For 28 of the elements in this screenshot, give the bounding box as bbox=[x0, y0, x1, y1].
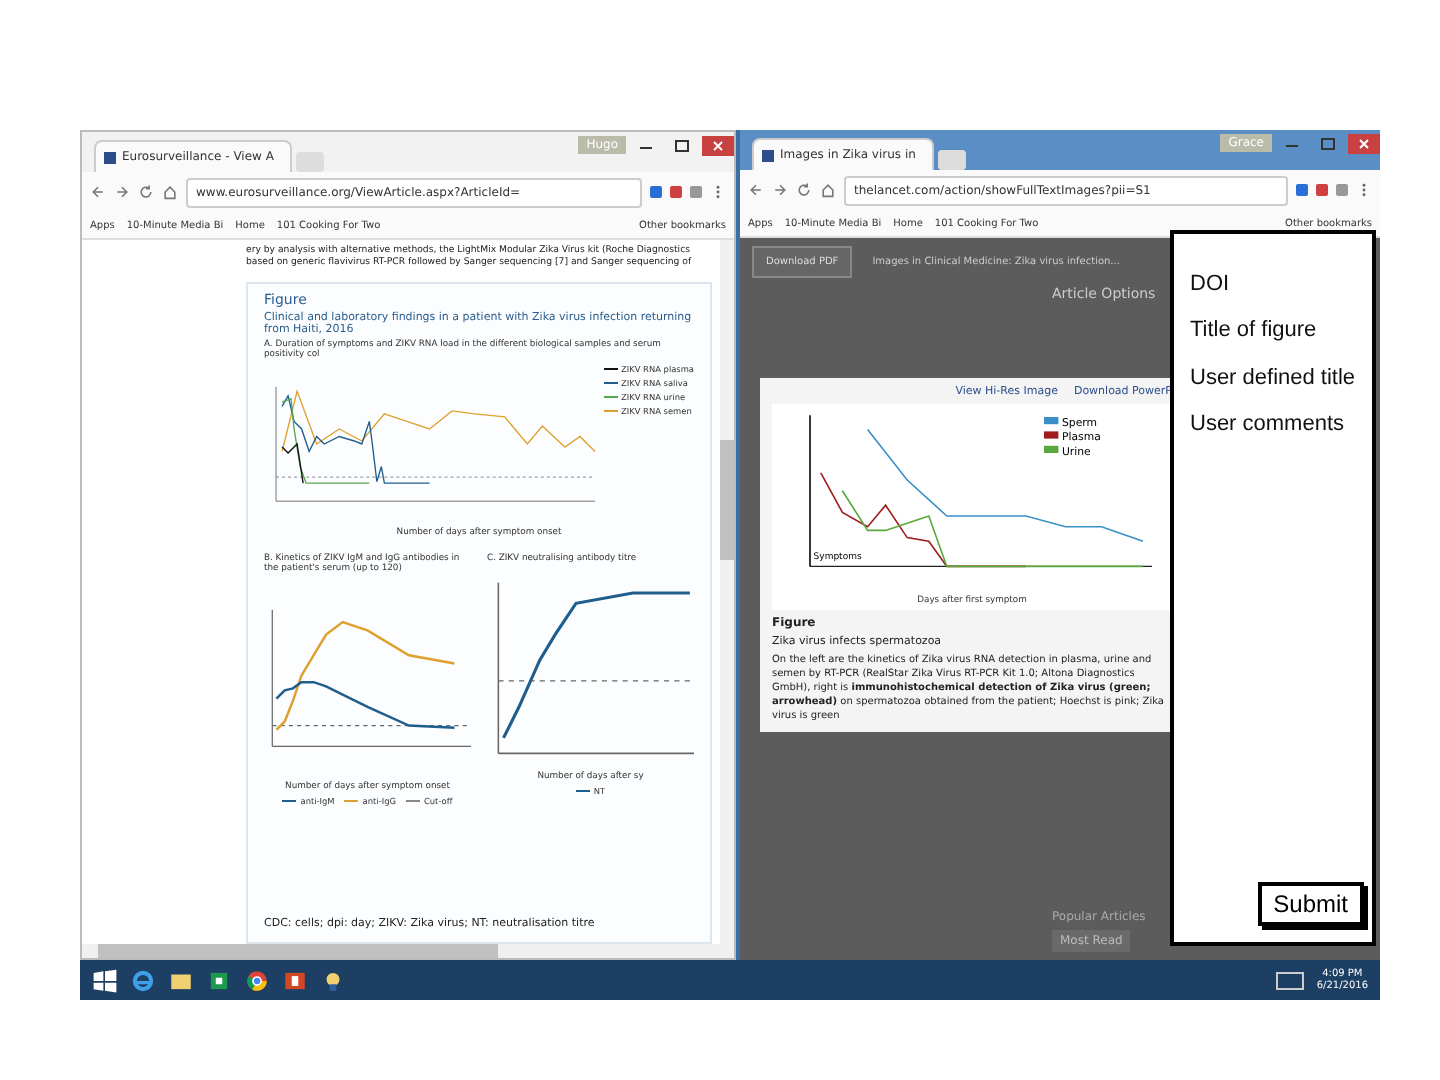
home-button[interactable] bbox=[162, 184, 178, 200]
browser-icon[interactable] bbox=[130, 967, 156, 993]
scrollbar[interactable] bbox=[82, 944, 734, 958]
back-button[interactable] bbox=[90, 184, 106, 200]
close-button[interactable] bbox=[1348, 134, 1380, 154]
close-button[interactable] bbox=[702, 136, 734, 156]
windows-start-icon[interactable] bbox=[92, 967, 118, 993]
back-button[interactable] bbox=[748, 182, 764, 198]
scrollbar[interactable] bbox=[720, 240, 734, 944]
legend-marker bbox=[1044, 417, 1059, 425]
forward-button[interactable] bbox=[114, 184, 130, 200]
page-icon bbox=[104, 151, 116, 163]
reload-button[interactable] bbox=[138, 184, 154, 200]
chrome-icon[interactable] bbox=[244, 967, 270, 993]
store-icon[interactable] bbox=[206, 967, 232, 993]
home-button[interactable] bbox=[820, 182, 836, 198]
field-label: DOI bbox=[1190, 270, 1232, 299]
legend-marker bbox=[1044, 431, 1059, 439]
field-label: User defined title bbox=[1190, 363, 1358, 392]
legend-marker bbox=[1044, 445, 1059, 453]
forward-button[interactable] bbox=[772, 182, 788, 198]
field-label: User comments bbox=[1190, 409, 1347, 439]
presentation-icon[interactable] bbox=[282, 967, 308, 993]
submit-button[interactable]: Submit bbox=[1257, 882, 1364, 926]
page-icon bbox=[762, 149, 774, 161]
field-label: Title of figure bbox=[1190, 316, 1319, 346]
new-tab-button[interactable] bbox=[937, 150, 966, 170]
reload-button[interactable] bbox=[796, 182, 812, 198]
